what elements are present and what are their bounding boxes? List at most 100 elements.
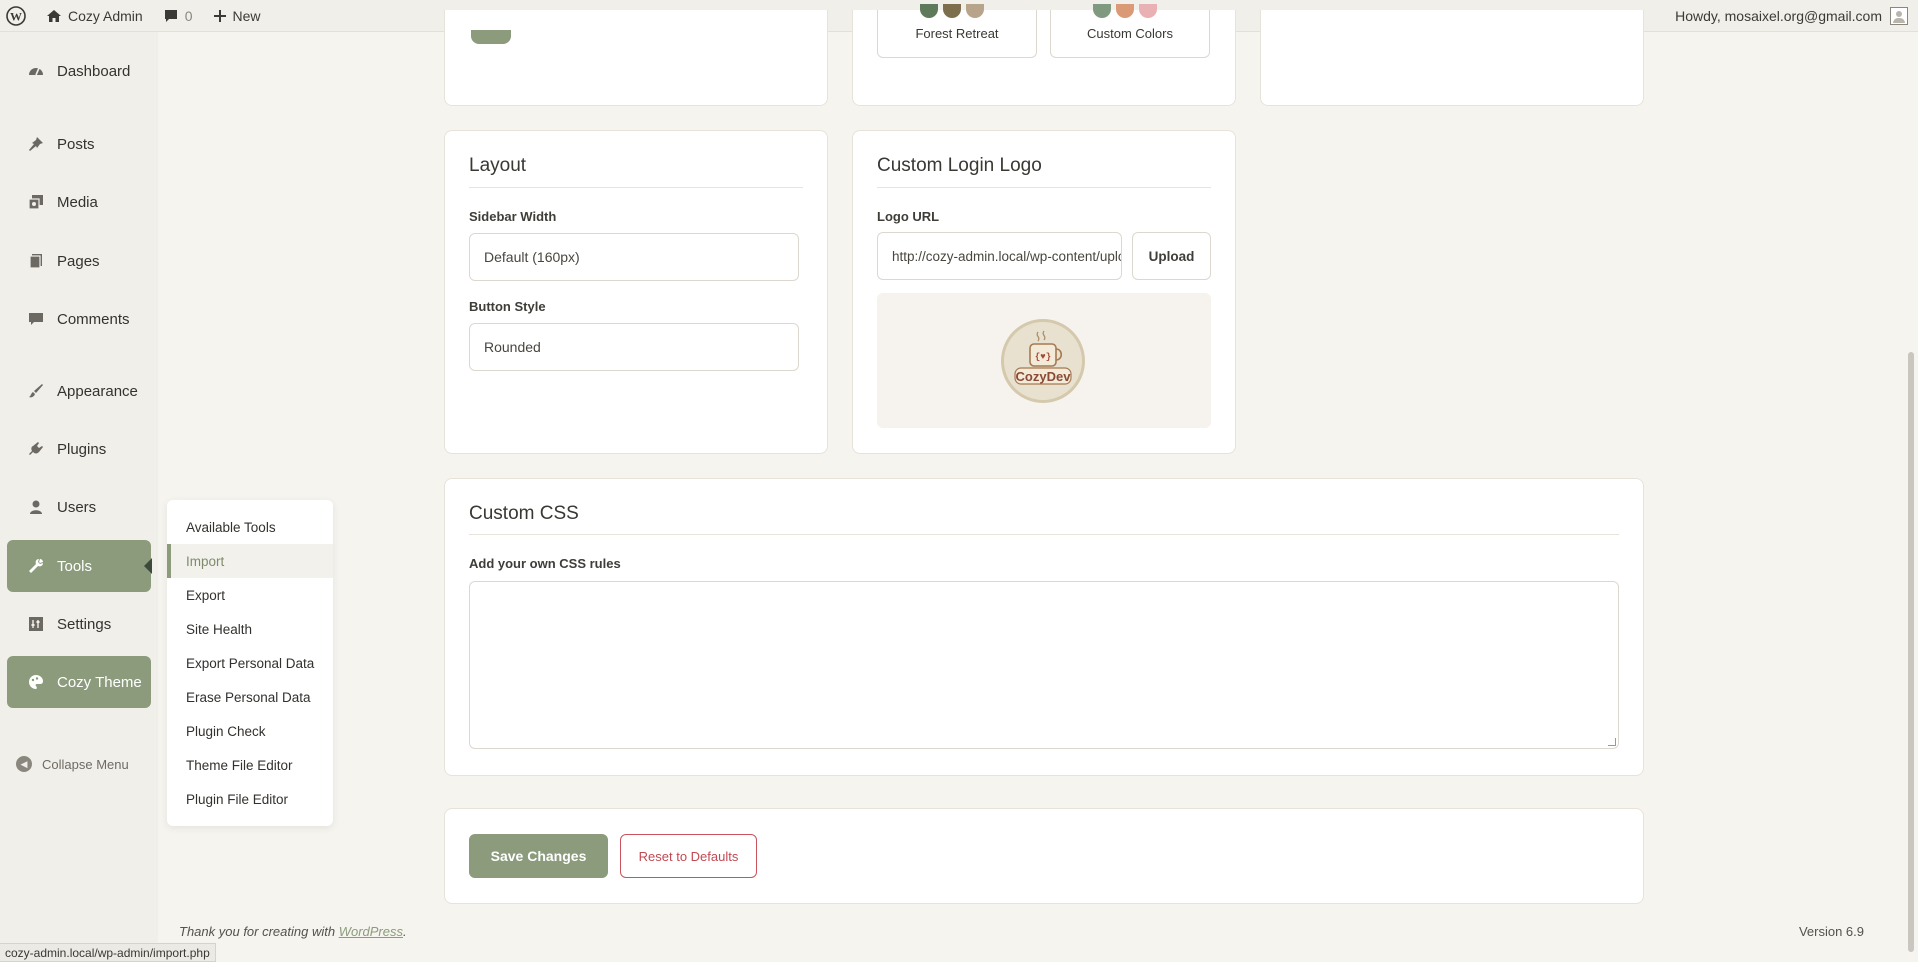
color-swatch <box>1139 4 1157 18</box>
new-content-button[interactable]: New <box>203 0 271 32</box>
logo-url-input[interactable]: http://cozy-admin.local/wp-content/uploa… <box>877 232 1122 280</box>
wrench-icon <box>27 557 45 575</box>
sidebar-item-tools[interactable]: Tools <box>7 540 152 592</box>
card-title: Custom Login Logo <box>877 155 1042 176</box>
active-indicator <box>144 558 152 574</box>
color-swatch <box>966 4 984 18</box>
sidebar-item-label: Tools <box>57 557 93 575</box>
css-rules-label: Add your own CSS rules <box>469 556 621 571</box>
sidebar-item-pages[interactable]: Pages <box>7 235 151 287</box>
scrollbar-thumb[interactable] <box>1908 352 1914 952</box>
select-value: Rounded <box>484 339 541 355</box>
logo-url-value: http://cozy-admin.local/wp-content/uploa… <box>892 248 1121 264</box>
sidebar-item-label: Cozy Theme <box>57 673 142 691</box>
sidebar-item-label: Users <box>57 498 97 516</box>
save-changes-button[interactable]: Save Changes <box>469 834 608 878</box>
site-name-link[interactable]: Cozy Admin <box>36 0 153 32</box>
new-label: New <box>232 7 261 24</box>
wordpress-logo-button[interactable]: W <box>0 0 36 32</box>
sidebar-item-appearance[interactable]: Appearance <box>7 365 151 417</box>
palette-icon <box>27 673 45 691</box>
comment-icon <box>27 310 45 328</box>
status-bar-url: cozy-admin.local/wp-admin/import.php <box>0 943 216 962</box>
collapse-arrow-icon: ◀ <box>16 756 32 772</box>
sidebar-item-label: Appearance <box>57 382 138 400</box>
avatar <box>1890 7 1908 25</box>
howdy-text: Howdy, mosaixel.org@gmail.com <box>1675 8 1882 24</box>
sidebar-item-settings[interactable]: Settings <box>7 598 151 650</box>
svg-text:{♥}: {♥} <box>1035 352 1051 362</box>
submenu-item-theme-file-editor[interactable]: Theme File Editor <box>167 748 333 782</box>
submenu-item-export-personal-data[interactable]: Export Personal Data <box>167 646 333 680</box>
sidebar-item-label: Settings <box>57 615 112 633</box>
color-presets-card: Forest Retreat Custom Colors <box>852 4 1236 106</box>
button-style-select[interactable]: Rounded <box>469 323 799 371</box>
page-scrollbar[interactable] <box>1904 32 1918 962</box>
wordpress-link[interactable]: WordPress <box>339 924 403 939</box>
toggle-switch[interactable] <box>471 30 511 44</box>
sidebar-item-comments[interactable]: Comments <box>7 293 151 345</box>
resize-handle-icon[interactable] <box>1608 738 1616 746</box>
settings-card-partial-left <box>444 10 828 106</box>
divider <box>469 187 803 188</box>
submenu-item-plugin-file-editor[interactable]: Plugin File Editor <box>167 782 333 816</box>
sidebar-item-dashboard[interactable]: Dashboard <box>7 45 151 97</box>
color-swatch <box>943 4 961 18</box>
account-menu[interactable]: Howdy, mosaixel.org@gmail.com <box>1675 0 1908 32</box>
sidebar-item-plugins[interactable]: Plugins <box>7 423 151 475</box>
logo-url-label: Logo URL <box>877 209 940 224</box>
dashboard-icon <box>27 62 45 80</box>
cozydev-logo-image: {♥} CozyDev <box>1001 319 1085 403</box>
comments-count: 0 <box>184 7 193 24</box>
sidebar-item-users[interactable]: Users <box>7 481 151 533</box>
logo-preview: {♥} CozyDev <box>877 293 1211 428</box>
submenu-item-erase-personal-data[interactable]: Erase Personal Data <box>167 680 333 714</box>
sidebar-width-select[interactable]: Default (160px) <box>469 233 799 281</box>
footer-thanks-text: Thank you for creating with <box>179 924 339 939</box>
comments-link[interactable]: 0 <box>153 0 203 32</box>
actions-card: Save Changes Reset to Defaults <box>444 808 1644 904</box>
submenu-item-site-health[interactable]: Site Health <box>167 612 333 646</box>
sidebar-item-media[interactable]: Media <box>7 176 151 228</box>
settings-card-partial-right <box>1260 10 1644 106</box>
color-swatch <box>1116 4 1134 18</box>
site-name-label: Cozy Admin <box>68 7 143 24</box>
collapse-menu-label: Collapse Menu <box>42 756 129 772</box>
sidebar-item-label: Dashboard <box>57 62 131 80</box>
submenu-item-export[interactable]: Export <box>167 578 333 612</box>
settings-icon <box>27 615 45 633</box>
sidebar-item-label: Posts <box>57 135 95 153</box>
sidebar-item-label: Pages <box>57 252 100 270</box>
submenu-item-import[interactable]: Import <box>167 544 333 578</box>
preset-forest-retreat[interactable]: Forest Retreat <box>877 4 1037 58</box>
preset-custom-colors[interactable]: Custom Colors <box>1050 4 1210 58</box>
reset-to-defaults-button[interactable]: Reset to Defaults <box>620 834 757 878</box>
submenu-item-available-tools[interactable]: Available Tools <box>167 510 333 544</box>
layout-card: Layout Sidebar Width Default (160px) But… <box>444 130 828 454</box>
upload-button[interactable]: Upload <box>1132 232 1211 280</box>
submenu-item-plugin-check[interactable]: Plugin Check <box>167 714 333 748</box>
card-title: Layout <box>469 155 527 176</box>
plugin-icon <box>27 440 45 458</box>
pages-icon <box>27 252 45 270</box>
wordpress-logo-icon: W <box>6 5 26 26</box>
sidebar-item-label: Media <box>57 193 98 211</box>
color-swatch <box>1093 4 1111 18</box>
custom-login-logo-card: Custom Login Logo Logo URL http://cozy-a… <box>852 130 1236 454</box>
footer-thanks: Thank you for creating with WordPress. <box>179 924 407 939</box>
select-value: Default (160px) <box>484 249 580 265</box>
sidebar-item-cozy-theme[interactable]: Cozy Theme <box>7 656 151 708</box>
pin-icon <box>27 135 45 153</box>
color-swatch <box>920 4 938 18</box>
collapse-menu-button[interactable]: ◀ Collapse Menu <box>16 756 129 772</box>
tools-submenu-flyout: Available Tools Import Export Site Healt… <box>167 500 333 826</box>
logo-wordmark: CozyDev <box>1015 369 1071 384</box>
plus-icon <box>213 9 226 22</box>
version-text: Version 6.9 <box>1798 924 1864 939</box>
sidebar-item-label: Comments <box>57 310 130 328</box>
custom-css-textarea[interactable] <box>469 581 1619 749</box>
brush-icon <box>27 382 45 400</box>
home-icon <box>47 9 61 22</box>
sidebar-item-posts[interactable]: Posts <box>7 118 151 170</box>
footer-thanks-suffix: . <box>403 924 407 939</box>
